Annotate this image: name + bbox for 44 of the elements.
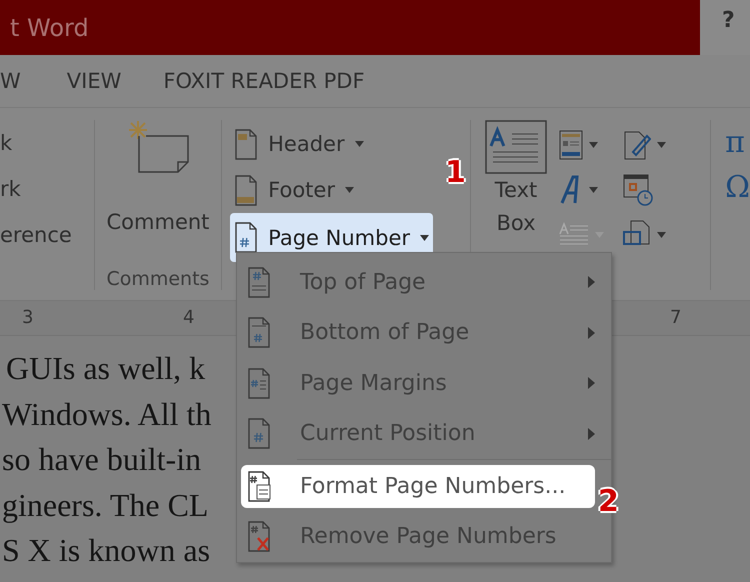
page-number-icon [247, 471, 271, 502]
caret-icon[interactable] [420, 234, 430, 240]
ruler-number: 7 [670, 307, 682, 328]
date-time-icon[interactable] [623, 174, 654, 206]
ruler-number: 3 [22, 307, 34, 328]
document-text: S X is known as [2, 531, 210, 570]
menu-item[interactable]: Bottom of Page [237, 308, 611, 358]
menu-item[interactable]: Format Page Numbers... [241, 465, 595, 508]
document-text: gineers. The CL [2, 486, 208, 525]
ribbon-command[interactable]: k [0, 126, 12, 172]
text-box-button[interactable]: Box [496, 207, 536, 240]
ribbon-tab[interactable]: W [0, 69, 21, 93]
footer-button[interactable]: Footer [230, 167, 358, 213]
page-number-icon [247, 520, 271, 552]
document-text: GUIs as well, k [6, 349, 206, 388]
ribbon-command[interactable]: rk [0, 172, 21, 218]
page-icon [234, 174, 258, 206]
step-number: 1 [445, 155, 466, 190]
menu-item[interactable]: Page Margins [237, 358, 611, 408]
page-number-icon [247, 368, 271, 399]
page-icon [234, 222, 258, 253]
quick-parts-icon[interactable] [559, 130, 584, 160]
ribbon-command[interactable]: erence [0, 218, 72, 264]
symbol-button[interactable]: Ω [725, 165, 750, 210]
text-box-icon [485, 120, 548, 174]
ribbon-tab[interactable]: FOXIT READER PDF [163, 69, 365, 93]
drop-cap-icon [559, 222, 590, 248]
help-button[interactable]: ? [722, 8, 735, 55]
comment-button[interactable]: Comment [106, 210, 210, 234]
ribbon-tab[interactable]: VIEW [66, 69, 122, 93]
text-box-button[interactable]: Text [494, 174, 538, 207]
signature-icon[interactable] [623, 130, 652, 160]
group-label: Comments [106, 268, 210, 290]
ruler-number: 4 [183, 307, 194, 328]
symbol-button[interactable]: π [725, 120, 750, 165]
page-number-icon [247, 418, 271, 450]
menu-item[interactable]: Current Position [237, 408, 611, 459]
header-button[interactable]: Header [230, 121, 368, 167]
document-text: Windows. All th [2, 394, 212, 434]
page-icon [234, 128, 258, 160]
window-title: t Word [9, 14, 89, 42]
page-number-icon [247, 317, 271, 348]
page-number-icon [247, 266, 271, 298]
document-text: so have built-in [2, 440, 202, 479]
